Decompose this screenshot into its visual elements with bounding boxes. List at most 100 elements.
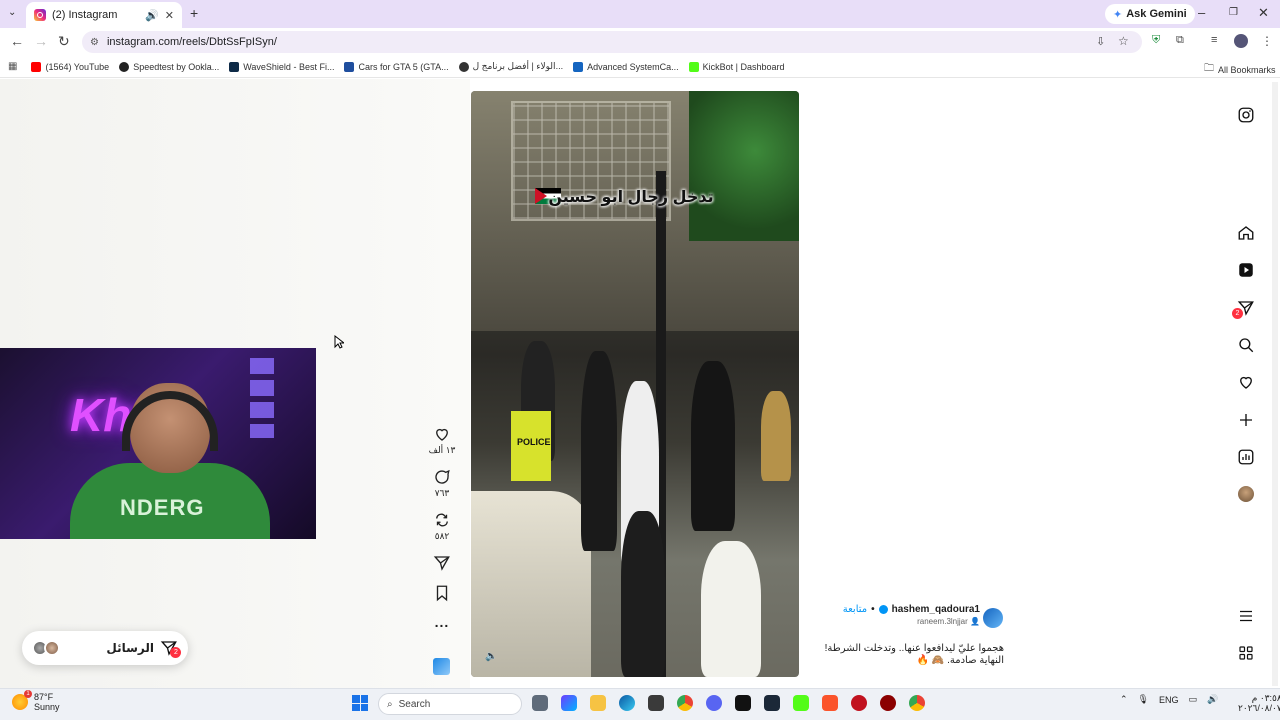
share-button[interactable] bbox=[433, 554, 451, 572]
bookmark-label: Cars for GTA 5 (GTA... bbox=[358, 61, 449, 72]
media-control-icon[interactable]: ≡ bbox=[1211, 34, 1217, 46]
page-scrollbar[interactable] bbox=[1272, 82, 1278, 686]
nav-also-from-meta[interactable] bbox=[1236, 643, 1256, 663]
dark-red-app-icon[interactable] bbox=[880, 695, 896, 711]
webcam-overlay: Kho NDERG bbox=[0, 348, 316, 539]
weather-desc: Sunny bbox=[34, 702, 60, 712]
more-options-button[interactable]: ... bbox=[435, 614, 450, 630]
back-icon[interactable]: ← bbox=[10, 33, 24, 49]
nav-messages[interactable]: 2 bbox=[1232, 298, 1256, 319]
start-button[interactable] bbox=[352, 695, 368, 711]
plus-icon bbox=[1240, 414, 1252, 426]
likes-count: ١٣ ألف bbox=[428, 445, 456, 455]
insights-icon bbox=[1238, 449, 1254, 465]
nav-profile-avatar[interactable] bbox=[1238, 486, 1254, 502]
tab-instagram[interactable]: (2) Instagram 🔊 ✕ bbox=[26, 2, 182, 28]
more-icon: ... bbox=[434, 614, 450, 630]
author-username[interactable]: hashem_qadoura1 bbox=[892, 604, 980, 615]
comment-button[interactable]: ٧٦٣ bbox=[433, 468, 451, 499]
video-person bbox=[691, 361, 735, 531]
microphone-icon[interactable]: 🎙 bbox=[1138, 694, 1149, 705]
taskbar-search[interactable]: ⌕ Search bbox=[378, 693, 522, 715]
discord-icon[interactable] bbox=[706, 695, 722, 711]
bookmark-speedtest[interactable]: Speedtest by Ookla... bbox=[119, 61, 219, 72]
steam-icon[interactable] bbox=[764, 695, 780, 711]
video-person bbox=[581, 351, 617, 551]
bookmark-star-icon[interactable]: ☆ bbox=[1118, 34, 1129, 48]
kick-icon[interactable] bbox=[793, 695, 809, 711]
caption-line-2: النهاية صادمة. 🙈 🔥 bbox=[916, 655, 1004, 666]
bookmark-kickbot[interactable]: KickBot | Dashboard bbox=[688, 61, 785, 72]
bookmark-gta-cars[interactable]: Cars for GTA 5 (GTA... bbox=[344, 61, 449, 72]
minimize-icon[interactable]: – bbox=[1198, 5, 1205, 20]
collab-person-icon: 👤 bbox=[970, 617, 980, 626]
chrome-profile-icon[interactable] bbox=[909, 695, 925, 711]
weather-widget[interactable]: 1 87°F Sunny bbox=[12, 690, 60, 712]
close-tab-icon[interactable]: ✕ bbox=[165, 9, 174, 22]
display-icon[interactable]: ▭ bbox=[1189, 694, 1198, 705]
task-view-icon[interactable] bbox=[532, 695, 548, 711]
brave-icon[interactable] bbox=[822, 695, 838, 711]
volume-icon[interactable]: 🔊 bbox=[1207, 694, 1218, 705]
avatar bbox=[44, 640, 60, 656]
bookmark-label: WaveShield - Best Fi... bbox=[243, 61, 335, 72]
nav-reels[interactable] bbox=[1236, 260, 1256, 280]
taskbar-clock[interactable]: ٠٣:٥٨ م ٢٠٢٦/٠٨/٠٧ bbox=[1238, 693, 1280, 713]
install-app-icon[interactable]: ⇩ bbox=[1096, 35, 1105, 48]
tray-overflow-icon[interactable]: ⌃ bbox=[1120, 694, 1128, 705]
nav-more-menu[interactable] bbox=[1236, 606, 1256, 626]
messages-badge: 2 bbox=[1232, 308, 1243, 319]
video-trash-bin bbox=[761, 391, 791, 481]
profile-avatar[interactable] bbox=[1234, 34, 1248, 48]
forward-icon[interactable]: → bbox=[34, 33, 48, 49]
nav-search[interactable] bbox=[1236, 335, 1256, 355]
instagram-icon bbox=[1238, 107, 1254, 123]
chrome-icon[interactable] bbox=[677, 695, 693, 711]
store-icon[interactable] bbox=[648, 695, 664, 711]
nav-insights[interactable] bbox=[1236, 447, 1256, 467]
address-bar[interactable]: ⚙ instagram.com/reels/DbtSsFpISyn/ bbox=[82, 31, 1142, 53]
windows-logo-icon bbox=[352, 703, 360, 711]
reload-icon[interactable]: ↻ bbox=[58, 33, 70, 50]
nav-create[interactable] bbox=[1236, 410, 1256, 430]
mute-icon[interactable]: 🔈 bbox=[485, 651, 497, 662]
messages-pill[interactable]: الرسائل 2 bbox=[22, 631, 188, 665]
save-button[interactable] bbox=[433, 584, 451, 602]
video-van bbox=[471, 491, 591, 677]
verified-badge-icon bbox=[878, 605, 888, 614]
copilot-icon[interactable] bbox=[561, 695, 577, 711]
instagram-logo-icon[interactable] bbox=[1236, 105, 1256, 125]
bookmark-youtube[interactable]: (1564) YouTube bbox=[31, 61, 109, 72]
all-bookmarks-button[interactable]: 🗀 All Bookmarks bbox=[1204, 61, 1276, 78]
bookmark-systemcare[interactable]: Advanced SystemCa... bbox=[573, 61, 679, 72]
edge-icon[interactable] bbox=[619, 695, 635, 711]
windows-logo-icon bbox=[352, 695, 360, 703]
restore-icon[interactable]: ❐ bbox=[1229, 7, 1238, 18]
audio-thumbnail[interactable] bbox=[433, 658, 450, 675]
tab-search-icon[interactable]: ⌄ bbox=[8, 7, 16, 18]
repost-button[interactable]: ٥٨٢ bbox=[433, 511, 451, 542]
apps-grid-icon[interactable]: ▦ bbox=[8, 61, 17, 72]
follow-button[interactable]: متابعة bbox=[843, 604, 867, 615]
new-tab-button[interactable]: + bbox=[190, 5, 198, 21]
audio-playing-icon[interactable]: 🔊 bbox=[145, 9, 159, 22]
bookmark-alwalaa[interactable]: الولاء | أفضل برنامج ل... bbox=[458, 61, 563, 72]
close-window-icon[interactable]: ✕ bbox=[1258, 5, 1269, 21]
language-indicator[interactable]: ENG bbox=[1159, 695, 1179, 705]
file-explorer-icon[interactable] bbox=[590, 695, 606, 711]
nav-notifications[interactable] bbox=[1236, 372, 1256, 392]
reel-video[interactable]: POLICE تدخل رجال ابو حسين 🔈 bbox=[471, 91, 799, 677]
collab-username[interactable]: raneem.3lnjjar bbox=[917, 617, 968, 626]
extensions-icon[interactable]: ⧉ bbox=[1176, 34, 1184, 47]
site-info-icon[interactable]: ⚙ bbox=[90, 37, 99, 48]
chrome-menu-icon[interactable]: ⋮ bbox=[1261, 34, 1273, 48]
ask-gemini-button[interactable]: ✦ Ask Gemini bbox=[1105, 4, 1195, 24]
epic-app-icon[interactable] bbox=[735, 695, 751, 711]
shield-extension-icon[interactable]: ⛨ bbox=[1152, 34, 1160, 47]
like-button[interactable]: ١٣ ألف bbox=[428, 425, 456, 456]
red-app-icon[interactable] bbox=[851, 695, 867, 711]
message-avatars bbox=[32, 640, 60, 656]
bookmark-waveshield[interactable]: WaveShield - Best Fi... bbox=[229, 61, 335, 72]
windows-logo-icon bbox=[360, 695, 368, 703]
nav-home[interactable] bbox=[1236, 223, 1256, 243]
